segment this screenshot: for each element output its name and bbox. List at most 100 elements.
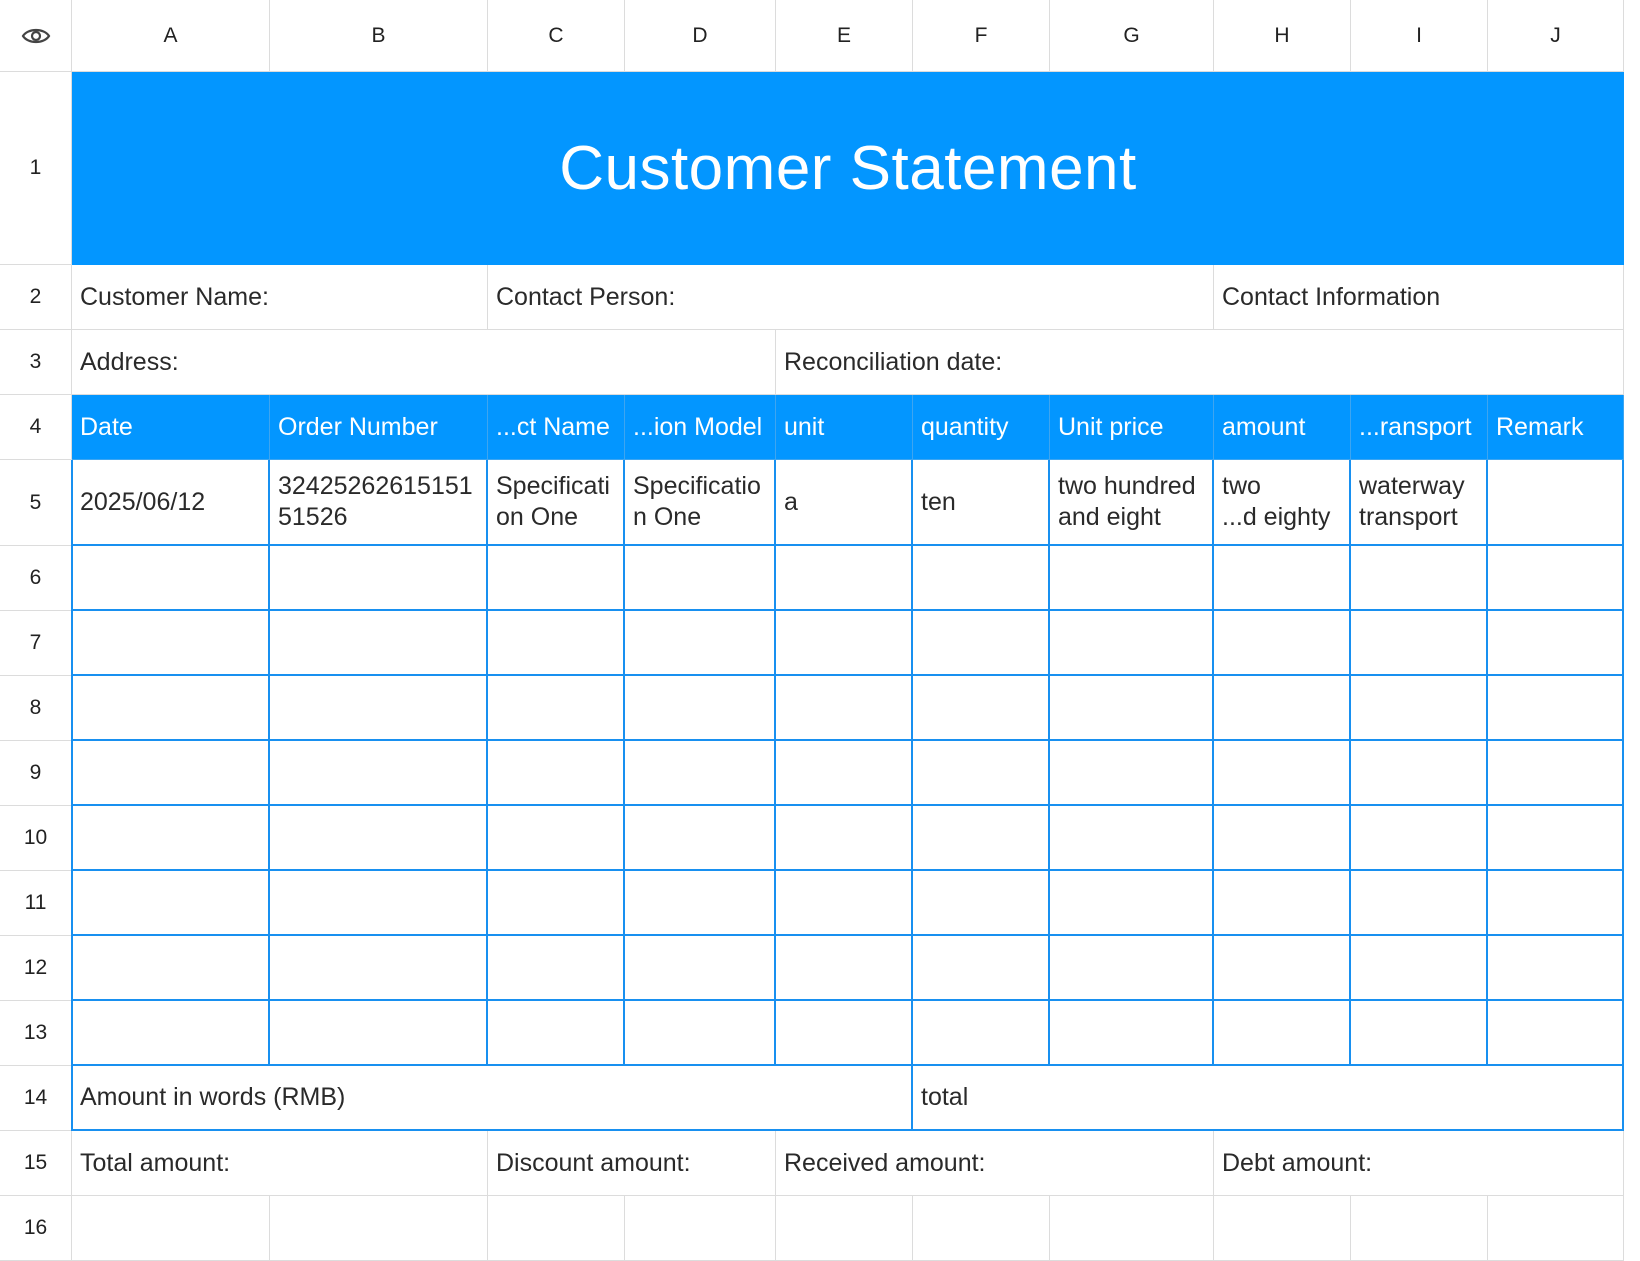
table-cell-a11[interactable] <box>72 871 270 936</box>
table-cell-c11[interactable] <box>488 871 625 936</box>
column-header-c[interactable]: C <box>488 0 625 72</box>
cell-f16[interactable] <box>913 1196 1050 1261</box>
table-cell-e12[interactable] <box>776 936 913 1001</box>
table-cell-d13[interactable] <box>625 1001 776 1066</box>
table-cell-c13[interactable] <box>488 1001 625 1066</box>
received-amount-cell[interactable]: Received amount: <box>776 1131 1214 1196</box>
table-cell-b7[interactable] <box>270 611 488 676</box>
table-cell-a12[interactable] <box>72 936 270 1001</box>
table-cell-g8[interactable] <box>1050 676 1214 741</box>
table-cell-e10[interactable] <box>776 806 913 871</box>
table-cell-h10[interactable] <box>1214 806 1351 871</box>
table-cell-h12[interactable] <box>1214 936 1351 1001</box>
cell-j16[interactable] <box>1488 1196 1624 1261</box>
column-header-f[interactable]: F <box>913 0 1050 72</box>
cell-b16[interactable] <box>270 1196 488 1261</box>
table-cell-c8[interactable] <box>488 676 625 741</box>
table-cell-i7[interactable] <box>1351 611 1488 676</box>
table-cell-a7[interactable] <box>72 611 270 676</box>
table-header-c[interactable]: ...ct Name <box>488 395 625 460</box>
table-cell-f6[interactable] <box>913 546 1050 611</box>
table-cell-h9[interactable] <box>1214 741 1351 806</box>
total-amount-cell[interactable]: Total amount: <box>72 1131 488 1196</box>
table-cell-d9[interactable] <box>625 741 776 806</box>
table-cell-g9[interactable] <box>1050 741 1214 806</box>
table-cell-f11[interactable] <box>913 871 1050 936</box>
table-cell-i9[interactable] <box>1351 741 1488 806</box>
table-cell-b12[interactable] <box>270 936 488 1001</box>
total-cell[interactable]: total <box>913 1066 1624 1131</box>
table-cell-a8[interactable] <box>72 676 270 741</box>
table-cell-f9[interactable] <box>913 741 1050 806</box>
table-cell-j11[interactable] <box>1488 871 1624 936</box>
table-cell-j10[interactable] <box>1488 806 1624 871</box>
table-cell-h5[interactable]: two ...d eighty <box>1214 460 1351 546</box>
statement-title[interactable]: Customer Statement <box>72 72 1624 265</box>
contact-person-cell[interactable]: Contact Person: <box>488 265 1214 330</box>
row-header-2[interactable]: 2 <box>0 265 72 330</box>
table-header-i[interactable]: ...ransport <box>1351 395 1488 460</box>
table-cell-j5[interactable] <box>1488 460 1624 546</box>
table-cell-j12[interactable] <box>1488 936 1624 1001</box>
table-cell-b6[interactable] <box>270 546 488 611</box>
customer-name-cell[interactable]: Customer Name: <box>72 265 488 330</box>
row-header-15[interactable]: 15 <box>0 1131 72 1196</box>
table-cell-j13[interactable] <box>1488 1001 1624 1066</box>
table-cell-i10[interactable] <box>1351 806 1488 871</box>
table-cell-g10[interactable] <box>1050 806 1214 871</box>
table-cell-d11[interactable] <box>625 871 776 936</box>
row-header-9[interactable]: 9 <box>0 741 72 806</box>
table-cell-i8[interactable] <box>1351 676 1488 741</box>
table-cell-h6[interactable] <box>1214 546 1351 611</box>
address-cell[interactable]: Address: <box>72 330 776 395</box>
row-header-16[interactable]: 16 <box>0 1196 72 1261</box>
table-cell-h13[interactable] <box>1214 1001 1351 1066</box>
cell-d16[interactable] <box>625 1196 776 1261</box>
discount-amount-cell[interactable]: Discount amount: <box>488 1131 776 1196</box>
row-header-14[interactable]: 14 <box>0 1066 72 1131</box>
table-cell-d5[interactable]: Specificatio n One <box>625 460 776 546</box>
row-header-1[interactable]: 1 <box>0 72 72 265</box>
table-cell-f7[interactable] <box>913 611 1050 676</box>
table-header-f[interactable]: quantity <box>913 395 1050 460</box>
table-cell-d6[interactable] <box>625 546 776 611</box>
table-cell-c5[interactable]: Specificati on One <box>488 460 625 546</box>
table-cell-b13[interactable] <box>270 1001 488 1066</box>
table-cell-g11[interactable] <box>1050 871 1214 936</box>
row-header-10[interactable]: 10 <box>0 806 72 871</box>
table-cell-g7[interactable] <box>1050 611 1214 676</box>
column-header-e[interactable]: E <box>776 0 913 72</box>
column-header-h[interactable]: H <box>1214 0 1351 72</box>
table-cell-d10[interactable] <box>625 806 776 871</box>
table-cell-j7[interactable] <box>1488 611 1624 676</box>
table-cell-b5[interactable]: 32425262615151 51526 <box>270 460 488 546</box>
table-header-j[interactable]: Remark <box>1488 395 1624 460</box>
table-cell-i12[interactable] <box>1351 936 1488 1001</box>
table-cell-g6[interactable] <box>1050 546 1214 611</box>
table-header-b[interactable]: Order Number <box>270 395 488 460</box>
cell-i16[interactable] <box>1351 1196 1488 1261</box>
table-cell-h8[interactable] <box>1214 676 1351 741</box>
row-header-7[interactable]: 7 <box>0 611 72 676</box>
table-cell-a5[interactable]: 2025/06/12 <box>72 460 270 546</box>
row-header-12[interactable]: 12 <box>0 936 72 1001</box>
select-all-corner[interactable] <box>0 0 72 72</box>
table-cell-g12[interactable] <box>1050 936 1214 1001</box>
table-cell-i6[interactable] <box>1351 546 1488 611</box>
table-cell-i13[interactable] <box>1351 1001 1488 1066</box>
row-header-6[interactable]: 6 <box>0 546 72 611</box>
table-cell-e8[interactable] <box>776 676 913 741</box>
table-cell-j9[interactable] <box>1488 741 1624 806</box>
row-header-8[interactable]: 8 <box>0 676 72 741</box>
table-cell-g13[interactable] <box>1050 1001 1214 1066</box>
table-cell-b11[interactable] <box>270 871 488 936</box>
table-cell-c6[interactable] <box>488 546 625 611</box>
debt-amount-cell[interactable]: Debt amount: <box>1214 1131 1624 1196</box>
amount-in-words-cell[interactable]: Amount in words (RMB) <box>72 1066 913 1131</box>
table-cell-h7[interactable] <box>1214 611 1351 676</box>
cell-g16[interactable] <box>1050 1196 1214 1261</box>
column-header-j[interactable]: J <box>1488 0 1624 72</box>
table-cell-f12[interactable] <box>913 936 1050 1001</box>
table-cell-e5[interactable]: a <box>776 460 913 546</box>
row-header-4[interactable]: 4 <box>0 395 72 460</box>
